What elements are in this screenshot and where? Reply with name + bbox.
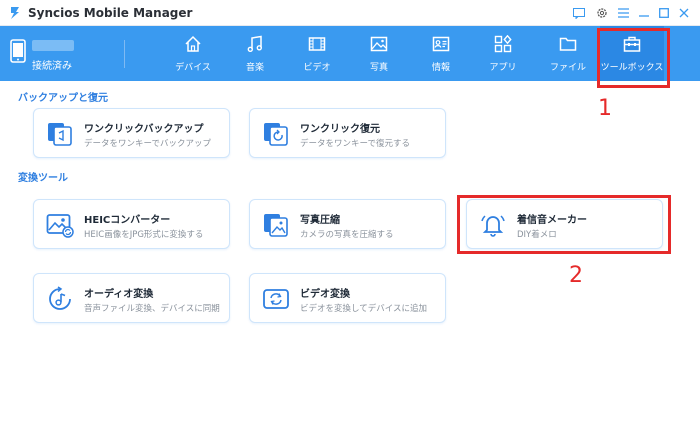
feedback-icon[interactable]	[571, 5, 587, 21]
card-title: ワンクリック復元	[300, 124, 380, 135]
photo-icon	[370, 36, 388, 52]
card-title: ビデオ変換	[300, 289, 350, 300]
nav-label: ビデオ	[303, 63, 331, 73]
nav-files[interactable]: ファイル	[537, 26, 599, 81]
music-note-icon	[247, 35, 263, 53]
card-title: オーディオ変換	[84, 289, 154, 300]
title-bar: Syncios Mobile Manager	[0, 0, 700, 26]
nav-label: 情報	[431, 63, 450, 73]
device-status: 接続済み	[32, 61, 72, 72]
card-desc: 音声ファイル変換、デバイスに同期	[84, 304, 220, 314]
phone-icon	[10, 39, 26, 63]
header-divider	[124, 40, 125, 68]
nav-music[interactable]: 音楽	[224, 26, 286, 81]
annotation-number-1: 1	[598, 96, 612, 121]
annotation-number-2: 2	[569, 263, 583, 288]
section-title-convert: 変換ツール	[18, 173, 68, 184]
folder-icon	[559, 37, 577, 51]
menu-icon[interactable]	[615, 5, 631, 21]
card-title: ワンクリックバックアップ	[84, 124, 204, 135]
card-video-convert[interactable]: ビデオ変換 ビデオを変換してデバイスに追加	[249, 273, 446, 323]
card-one-click-backup[interactable]: ワンクリックバックアップ データをワンキーでバックアップ	[33, 108, 230, 158]
backup-icon	[48, 123, 72, 146]
nav-label: 音楽	[245, 63, 264, 73]
minimize-icon[interactable]	[636, 5, 652, 21]
close-icon[interactable]	[676, 5, 692, 21]
nav-label: ファイル	[549, 63, 586, 73]
card-desc: データをワンキーで復元する	[300, 139, 410, 149]
audio-convert-icon	[49, 286, 71, 310]
film-icon	[308, 37, 326, 51]
settings-gear-icon[interactable]	[594, 5, 610, 21]
device-name-blurred	[32, 40, 74, 51]
nav-label: アプリ	[489, 63, 517, 73]
maximize-icon[interactable]	[656, 5, 672, 21]
card-desc: データをワンキーでバックアップ	[84, 139, 211, 149]
restore-icon	[264, 123, 288, 146]
heic-image-icon	[46, 214, 74, 238]
nav-info[interactable]: 情報	[410, 26, 472, 81]
nav-devices[interactable]: デバイス	[162, 26, 224, 81]
app-logo-icon	[11, 7, 19, 19]
video-convert-icon	[263, 289, 289, 309]
section-title-backup: バックアップと復元	[18, 93, 108, 104]
card-desc: ビデオを変換してデバイスに追加	[300, 304, 427, 314]
highlight-box-ringtone	[457, 195, 671, 254]
contact-card-icon	[432, 36, 450, 52]
card-title: HEICコンバーター	[84, 215, 171, 226]
app-title: Syncios Mobile Manager	[28, 6, 193, 20]
apps-grid-icon	[494, 35, 512, 53]
card-photo-compress[interactable]: 写真圧縮 カメラの写真を圧縮する	[249, 199, 446, 249]
card-one-click-restore[interactable]: ワンクリック復元 データをワンキーで復元する	[249, 108, 446, 158]
card-desc: HEIC画像をJPG形式に変換する	[84, 230, 204, 240]
compress-photo-icon	[264, 214, 288, 237]
card-heic-converter[interactable]: HEICコンバーター HEIC画像をJPG形式に変換する	[33, 199, 230, 249]
home-icon	[185, 35, 201, 52]
nav-label: 写真	[369, 63, 388, 73]
card-title: 写真圧縮	[300, 215, 340, 226]
card-desc: カメラの写真を圧縮する	[300, 230, 394, 240]
nav-video[interactable]: ビデオ	[286, 26, 348, 81]
main-toolbar: 接続済み デバイス 音楽 ビデオ 写真 情報 アプリ ファイル ツールボックス	[0, 26, 700, 81]
highlight-box-toolbox	[597, 28, 670, 88]
nav-label: デバイス	[175, 63, 211, 73]
nav-photos[interactable]: 写真	[348, 26, 410, 81]
nav-apps[interactable]: アプリ	[472, 26, 534, 81]
card-audio-convert[interactable]: オーディオ変換 音声ファイル変換、デバイスに同期	[33, 273, 230, 323]
